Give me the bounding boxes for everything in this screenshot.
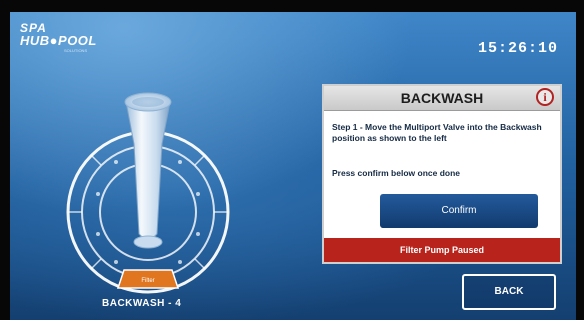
logo-tagline: SOLUTIONS	[64, 48, 88, 53]
step-instruction: Step 1 - Move the Multiport Valve into t…	[332, 122, 542, 143]
selected-position-label: Filter	[141, 278, 154, 284]
confirm-instruction: Press confirm below once done	[332, 168, 461, 178]
confirm-button[interactable]: Confirm	[380, 194, 538, 228]
panel-title: BACKWASH	[400, 90, 484, 106]
logo-line-2: HUB●POOL	[20, 33, 97, 48]
info-icon[interactable]: i	[536, 88, 554, 106]
panel-header: BACKWASH i	[324, 86, 560, 111]
clock: 15:26:10	[477, 40, 558, 57]
multiport-valve-diagram: Filter	[66, 92, 230, 294]
screen: SPA HUB●POOL SOLUTIONS 15:26:10 Filter B…	[10, 12, 576, 320]
backwash-panel: BACKWASH i Step 1 - Move the Multiport V…	[322, 84, 562, 264]
valve-handle	[125, 100, 171, 240]
back-button[interactable]: BACK	[462, 274, 556, 310]
spa-hub-pool-logo: SPA HUB●POOL SOLUTIONS	[20, 22, 97, 53]
valve-handle-base	[133, 235, 163, 249]
status-bar: Filter Pump Paused	[324, 238, 560, 262]
valve-position-label: BACKWASH - 4	[102, 298, 182, 309]
